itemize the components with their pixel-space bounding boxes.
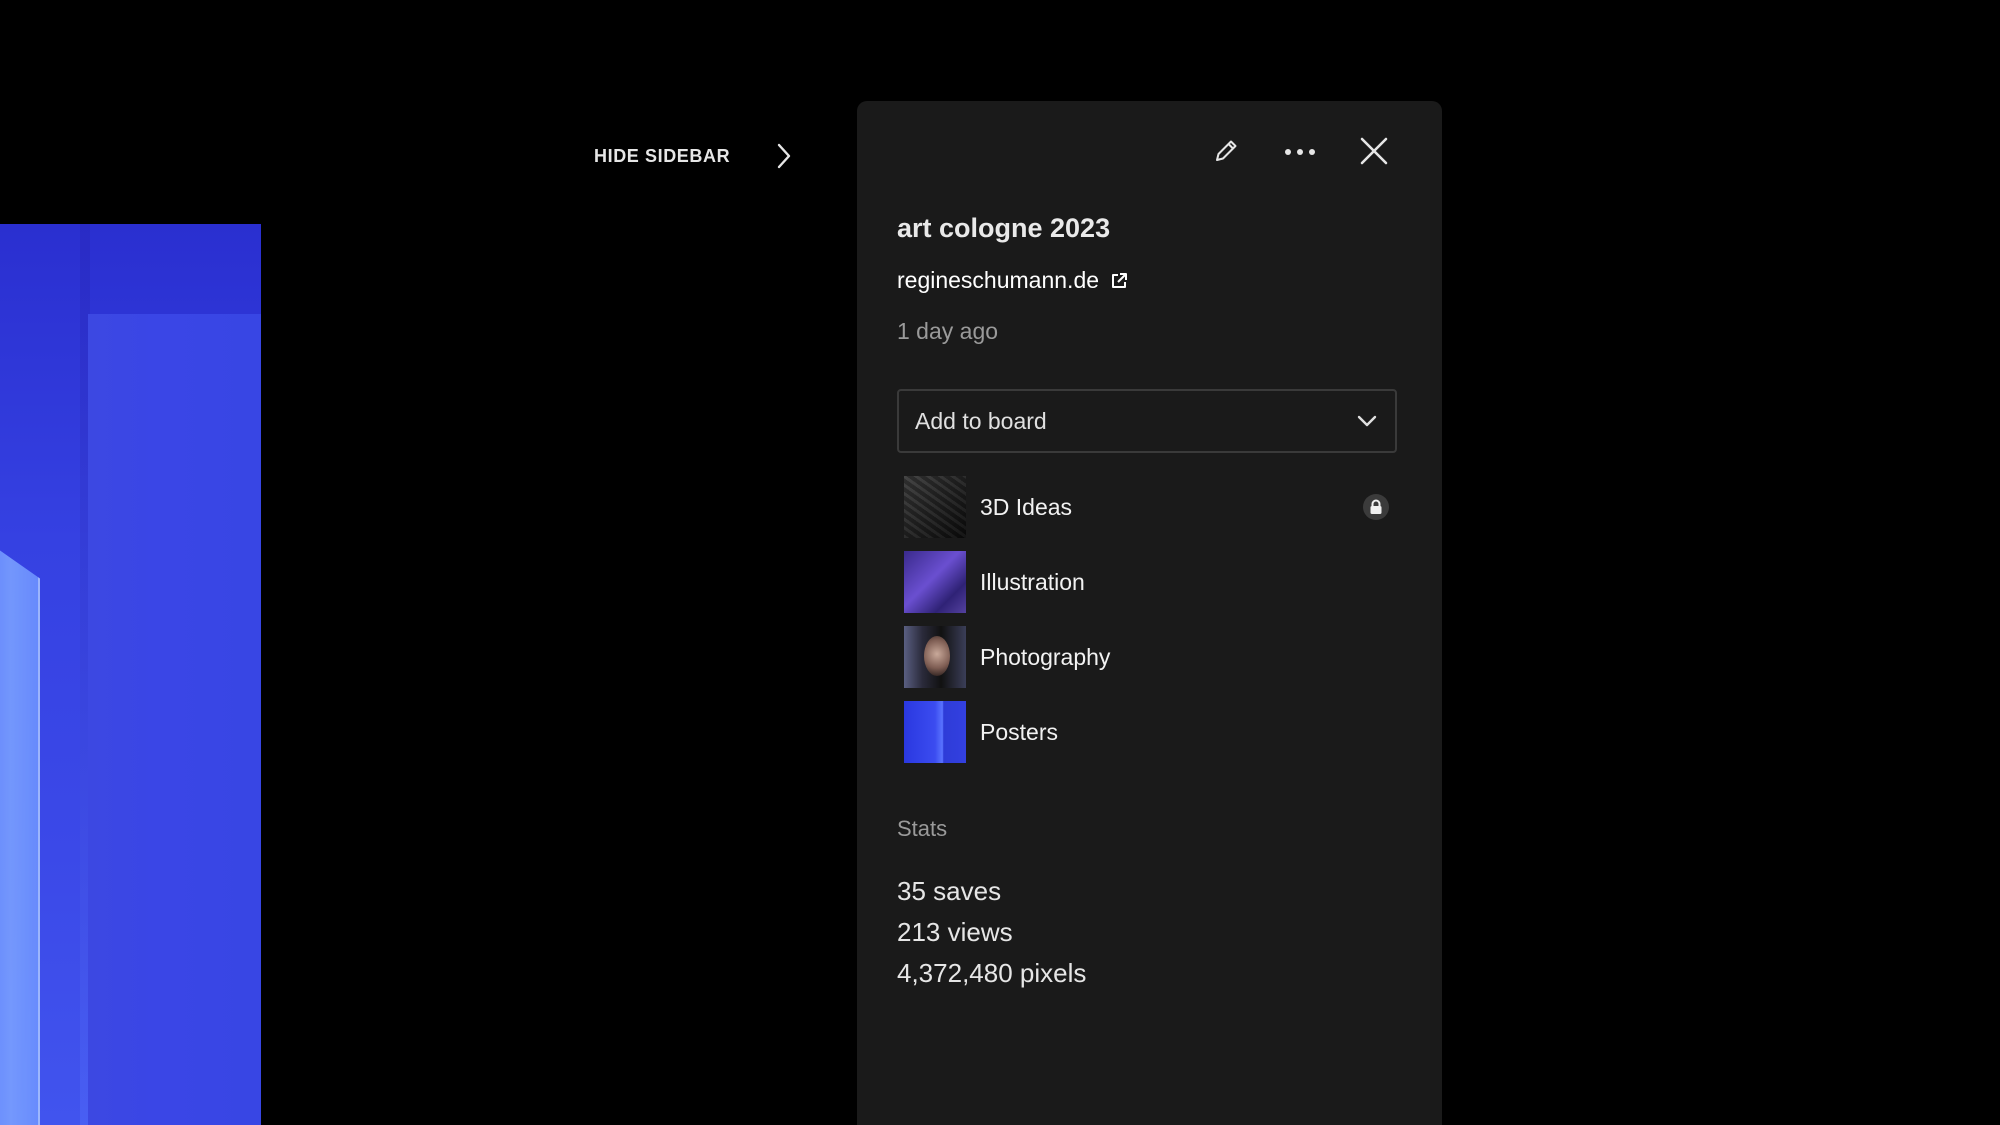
board-thumbnail xyxy=(904,476,966,538)
timestamp: 1 day ago xyxy=(897,318,999,344)
add-to-board-value: Add to board xyxy=(915,407,1047,434)
close-button[interactable] xyxy=(1356,135,1392,171)
source-link-text: regineschumann.de xyxy=(897,267,1100,293)
add-to-board-select[interactable]: Add to board xyxy=(897,389,1397,453)
pencil-icon xyxy=(1212,137,1240,170)
preview-glass-panel xyxy=(0,529,40,1125)
app-window: HIDE SIDEBAR art cologne 2023 regineschu… xyxy=(0,0,2000,1125)
close-icon xyxy=(1359,136,1389,171)
more-dots-icon xyxy=(1284,144,1316,162)
board-thumbnail xyxy=(904,626,966,688)
board-item-photography[interactable]: Photography xyxy=(904,626,1397,688)
chevron-right-icon xyxy=(776,142,800,170)
chevron-down-icon xyxy=(1357,410,1379,432)
item-title: art cologne 2023 xyxy=(897,213,1111,243)
board-name: Posters xyxy=(980,718,1058,745)
sidebar-toolbar xyxy=(1208,135,1392,171)
board-item-posters[interactable]: Posters xyxy=(904,701,1397,763)
board-item-illustration[interactable]: Illustration xyxy=(904,551,1397,613)
details-sidebar: art cologne 2023 regineschumann.de 1 day… xyxy=(857,101,1442,1125)
stats-heading: Stats xyxy=(897,816,948,841)
board-thumbnail xyxy=(904,551,966,613)
board-name: Photography xyxy=(980,643,1111,670)
hide-sidebar-button[interactable]: HIDE SIDEBAR xyxy=(594,140,800,172)
stat-saves: 35 saves xyxy=(897,876,1002,906)
preview-wall xyxy=(88,314,261,1125)
stat-views: 213 views xyxy=(897,917,1013,947)
image-preview[interactable] xyxy=(0,224,261,1125)
edit-button[interactable] xyxy=(1208,135,1244,171)
more-options-button[interactable] xyxy=(1282,135,1318,171)
board-name: Illustration xyxy=(980,568,1085,595)
board-item-3d-ideas[interactable]: 3D Ideas xyxy=(904,476,1397,538)
stat-pixels: 4,372,480 pixels xyxy=(897,958,1087,988)
hide-sidebar-label: HIDE SIDEBAR xyxy=(594,145,731,166)
external-link-icon xyxy=(1109,270,1131,292)
board-list: 3D Ideas Illustration Photography Poster… xyxy=(904,476,1397,776)
board-thumbnail xyxy=(904,701,966,763)
source-link[interactable]: regineschumann.de xyxy=(897,267,1131,294)
board-name: 3D Ideas xyxy=(980,493,1073,520)
stats-list: 35 saves 213 views 4,372,480 pixels xyxy=(897,871,1086,994)
lock-icon xyxy=(1363,494,1389,520)
